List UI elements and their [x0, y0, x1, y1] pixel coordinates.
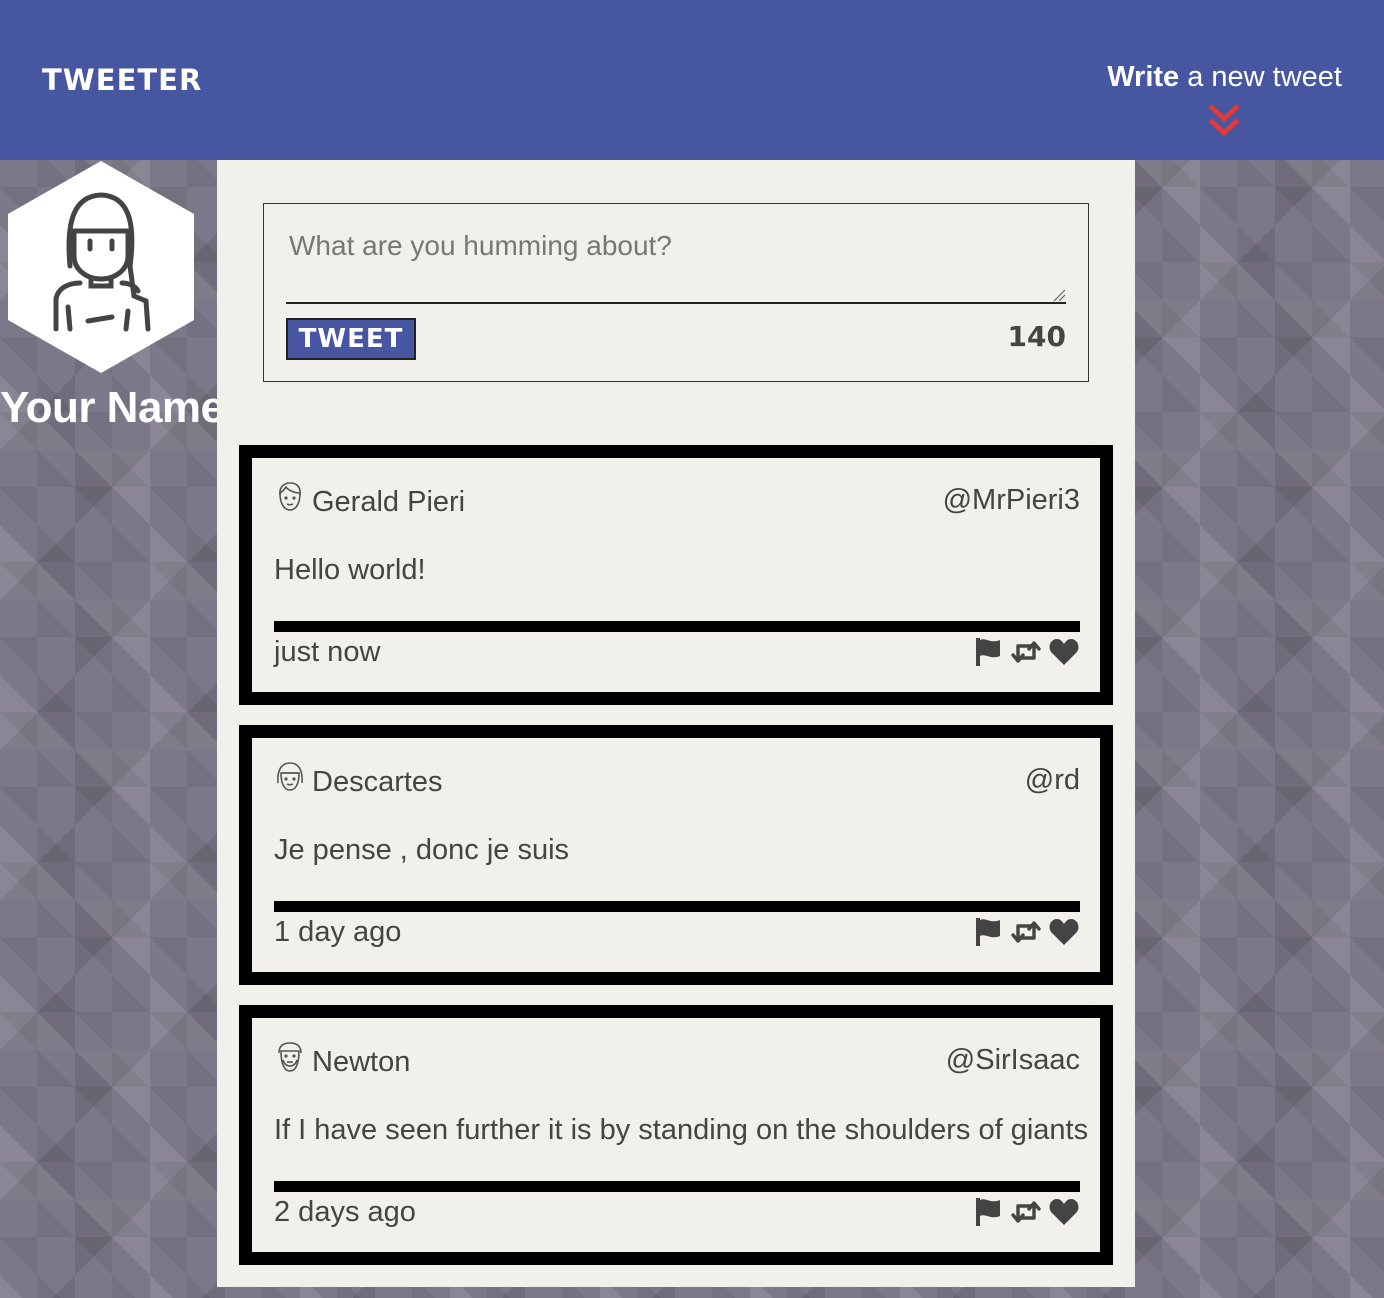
tweet-author-handle[interactable]: @MrPieri3 [943, 480, 1080, 520]
tweet-author-name[interactable]: Newton [312, 1042, 410, 1082]
male-face-icon [279, 482, 301, 511]
profile-name: Your Name [0, 383, 225, 432]
compose-link-bold: Write [1107, 61, 1180, 93]
tweet-author-name[interactable]: Descartes [312, 762, 443, 802]
compose-link-rest: a new tweet [1179, 61, 1342, 93]
tweet-text: If I have seen further it is by standing… [274, 1114, 1089, 1146]
tweet-text-input[interactable] [286, 222, 1066, 304]
retweet-icon[interactable] [1010, 636, 1042, 668]
resize-handle-icon[interactable] [1052, 288, 1066, 302]
double-chevron-down-icon[interactable] [1205, 100, 1243, 140]
bearded-face-icon [278, 1042, 302, 1072]
tweet-timestamp: 2 days ago [274, 1196, 416, 1228]
write-new-tweet-link[interactable]: Write a new tweet [1042, 58, 1342, 96]
heart-icon[interactable] [1048, 916, 1080, 948]
tweet-divider [274, 1181, 1080, 1192]
app-logo[interactable]: TWEETER [42, 60, 202, 100]
tweet-actions [972, 636, 1080, 668]
tweet-actions [972, 916, 1080, 948]
tweet-divider [274, 621, 1080, 632]
tweet-text: Hello world! [274, 554, 426, 586]
flag-icon[interactable] [972, 636, 1004, 668]
character-counter: 140 [1007, 320, 1066, 353]
tweet-card: Newton @SirIsaac If I have seen further … [239, 1005, 1113, 1265]
tweet-actions [972, 1196, 1080, 1228]
main-column: TWEET 140 Gerald Pieri @MrPieri3 Hello w… [217, 160, 1135, 1287]
tweet-card: Gerald Pieri @MrPieri3 Hello world! just… [239, 445, 1113, 705]
tweet-feed: Gerald Pieri @MrPieri3 Hello world! just… [239, 445, 1113, 1285]
tweet-author-name[interactable]: Gerald Pieri [312, 482, 465, 522]
flag-icon[interactable] [972, 1196, 1004, 1228]
tweet-composer: TWEET 140 [263, 203, 1089, 382]
retweet-icon[interactable] [1010, 1196, 1042, 1228]
flag-icon[interactable] [972, 916, 1004, 948]
tweet-card: Descartes @rd Je pense , donc je suis 1 … [239, 725, 1113, 985]
heart-icon[interactable] [1048, 1196, 1080, 1228]
user-avatar [8, 161, 194, 373]
tweet-text: Je pense , donc je suis [274, 834, 570, 866]
heart-icon[interactable] [1048, 636, 1080, 668]
female-face-icon [277, 762, 303, 791]
tweet-submit-button[interactable]: TWEET [286, 318, 416, 360]
tweet-divider [274, 901, 1080, 912]
tweet-author-handle[interactable]: @rd [1025, 760, 1080, 800]
tweet-author-handle[interactable]: @SirIsaac [946, 1040, 1080, 1080]
tweet-timestamp: just now [274, 636, 381, 668]
tweet-timestamp: 1 day ago [274, 916, 402, 948]
retweet-icon[interactable] [1010, 916, 1042, 948]
top-navigation-bar: TWEETER Write a new tweet [0, 0, 1384, 160]
